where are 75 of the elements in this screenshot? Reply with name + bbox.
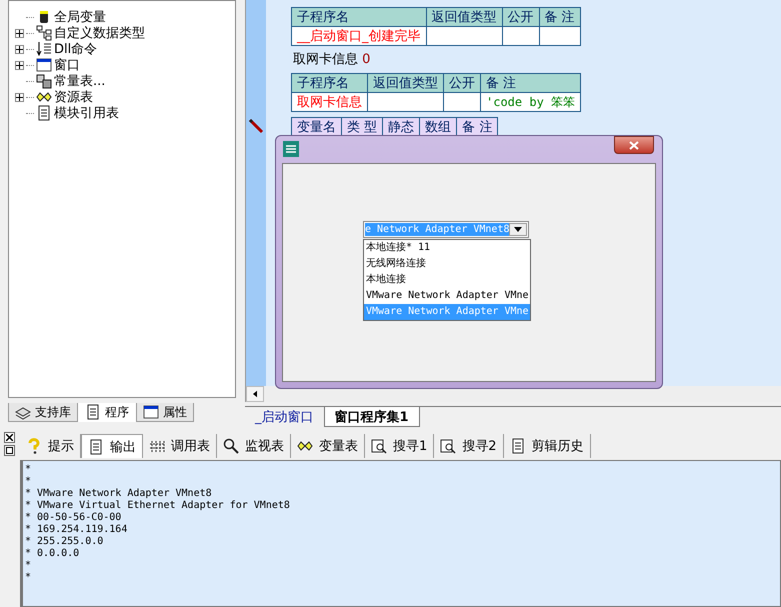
output-line: * VMware Network Adapter VMnet8	[25, 488, 213, 500]
tree-row[interactable]: 模块引用表	[15, 105, 235, 121]
output-line: * 0.0.0.0	[25, 548, 80, 560]
restore-button[interactable]	[4, 445, 15, 456]
tree-item[interactable]: 窗口	[54, 56, 80, 74]
document-icon	[36, 105, 52, 121]
window-icon	[143, 404, 159, 420]
table-cell: __启动窗口_创建完毕	[292, 26, 426, 46]
table-header: 类 型	[342, 118, 383, 136]
cubes-icon	[36, 73, 52, 89]
tree-item[interactable]: 全局变量	[54, 8, 106, 26]
close-icon	[629, 140, 639, 150]
table-header: 备 注	[456, 118, 498, 136]
table-header: 公开	[502, 8, 539, 26]
tree-row[interactable]: 全局变量	[15, 9, 235, 25]
editor-tab[interactable]: _启动窗口	[245, 407, 324, 427]
expand-icon[interactable]	[15, 28, 24, 38]
tree-row[interactable]: 常量表...	[15, 73, 235, 89]
table-header: 返回值类型	[426, 8, 502, 26]
output-line: * 169.254.119.164	[25, 524, 128, 536]
output-line: * 255.255.0.0	[25, 536, 104, 548]
output-line: *	[25, 560, 32, 572]
code-statement: 取网卡信息	[293, 52, 358, 67]
output-line: *	[25, 572, 32, 584]
nodes-icon	[36, 25, 52, 41]
table-cell: 取网卡信息	[292, 92, 368, 112]
tree-item[interactable]: 模块引用表	[54, 104, 119, 122]
output-tab[interactable]: 输出	[81, 434, 143, 458]
tree-item[interactable]: 自定义数据类型	[54, 24, 145, 42]
document-icon	[85, 404, 101, 420]
document-icon	[510, 438, 526, 454]
expand-icon[interactable]	[15, 60, 24, 70]
panel-tab[interactable]: 属性	[136, 403, 194, 422]
table-header: 数组	[420, 118, 457, 136]
table-header: 子程序名	[292, 74, 368, 92]
scroll-left-button[interactable]	[246, 386, 264, 402]
expand-icon[interactable]	[15, 92, 24, 102]
pencil-icon	[248, 118, 264, 134]
table-header: 变量名	[292, 118, 342, 136]
tree-row[interactable]: 窗口	[15, 57, 235, 73]
panel-tab[interactable]: 程序	[78, 403, 136, 422]
question-icon	[26, 438, 42, 454]
table-cell: 'code by 笨笨	[480, 92, 581, 112]
find-icon	[440, 438, 456, 454]
tree-item[interactable]: 资源表	[54, 88, 93, 106]
output-line: *	[25, 464, 32, 476]
left-arrow-icon	[253, 390, 257, 398]
find-icon	[371, 438, 387, 454]
code-argument: 0	[362, 52, 370, 67]
output-line: * VMware Virtual Ethernet Adapter for VMnet8	[25, 500, 291, 512]
document-icon	[88, 438, 104, 454]
window-icon	[36, 57, 52, 73]
tree-row[interactable]: Dll命令	[15, 41, 235, 57]
tree-item[interactable]: Dll命令	[54, 40, 98, 58]
close-button[interactable]	[4, 432, 15, 443]
search-icon	[223, 438, 239, 454]
tree-item[interactable]: 常量表...	[54, 72, 106, 90]
bars-icon	[149, 438, 165, 454]
tree-row[interactable]: 资源表	[15, 89, 235, 105]
output-line: * 00-50-56-C0-00	[25, 512, 122, 524]
table-header: 备 注	[480, 74, 581, 92]
list-icon	[36, 41, 52, 57]
app-icon	[283, 141, 299, 157]
table-header: 备 注	[539, 8, 580, 26]
table-header: 公开	[444, 74, 480, 92]
tree-row[interactable]: 自定义数据类型	[15, 25, 235, 41]
panel-tab[interactable]: 支持库	[8, 403, 78, 422]
table-header: 返回值类型	[368, 74, 444, 92]
editor-tab[interactable]: 窗口程序集1	[324, 407, 420, 427]
expand-icon[interactable]	[15, 44, 24, 54]
close-button[interactable]	[614, 136, 654, 154]
output-line: *	[25, 476, 32, 488]
table-header: 静态	[382, 118, 420, 136]
down-arrow-icon	[514, 227, 522, 232]
table-header: 子程序名	[292, 8, 426, 26]
